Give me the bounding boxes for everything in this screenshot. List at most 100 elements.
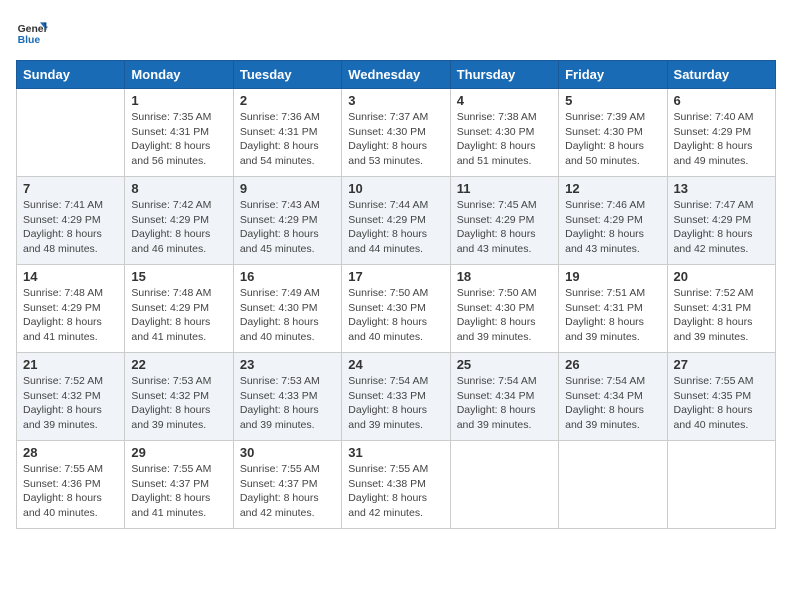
day-info: Sunrise: 7:55 AM Sunset: 4:37 PM Dayligh… bbox=[240, 462, 335, 521]
calendar-cell: 13Sunrise: 7:47 AM Sunset: 4:29 PM Dayli… bbox=[667, 177, 775, 265]
calendar-cell: 10 Sunrise: 7:44 AM Sunset: 4:29 PM Dayli… bbox=[342, 177, 450, 265]
calendar-week-row: 28 Sunrise: 7:55 AM Sunset: 4:36 PM Dayli… bbox=[17, 441, 776, 529]
calendar-cell: 24 Sunrise: 7:54 AM Sunset: 4:33 PM Dayli… bbox=[342, 353, 450, 441]
day-info: Sunrise: 7:55 AM Sunset: 4:38 PM Dayligh… bbox=[348, 462, 443, 521]
day-number: 8 bbox=[131, 181, 226, 196]
day-info: Sunrise: 7:47 AM Sunset: 4:29 PM Dayligh… bbox=[674, 198, 769, 257]
calendar-cell: 9 Sunrise: 7:43 AM Sunset: 4:29 PM Daylig… bbox=[233, 177, 341, 265]
day-info: Sunrise: 7:54 AM Sunset: 4:34 PM Dayligh… bbox=[565, 374, 660, 433]
weekday-header-cell: Thursday bbox=[450, 61, 558, 89]
day-info: Sunrise: 7:48 AM Sunset: 4:29 PM Dayligh… bbox=[131, 286, 226, 345]
day-number: 18 bbox=[457, 269, 552, 284]
calendar-body: 1 Sunrise: 7:35 AM Sunset: 4:31 PM Daylig… bbox=[17, 89, 776, 529]
calendar-week-row: 14 Sunrise: 7:48 AM Sunset: 4:29 PM Dayli… bbox=[17, 265, 776, 353]
calendar-cell: 18 Sunrise: 7:50 AM Sunset: 4:30 PM Dayli… bbox=[450, 265, 558, 353]
day-info: Sunrise: 7:40 AM Sunset: 4:29 PM Dayligh… bbox=[674, 110, 769, 169]
day-number: 19 bbox=[565, 269, 660, 284]
day-info: Sunrise: 7:53 AM Sunset: 4:32 PM Dayligh… bbox=[131, 374, 226, 433]
weekday-header-cell: Friday bbox=[559, 61, 667, 89]
day-info: Sunrise: 7:52 AM Sunset: 4:31 PM Dayligh… bbox=[674, 286, 769, 345]
calendar-week-row: 21 Sunrise: 7:52 AM Sunset: 4:32 PM Dayli… bbox=[17, 353, 776, 441]
weekday-header-row: SundayMondayTuesdayWednesdayThursdayFrid… bbox=[17, 61, 776, 89]
calendar-cell: 25 Sunrise: 7:54 AM Sunset: 4:34 PM Dayli… bbox=[450, 353, 558, 441]
day-number: 10 bbox=[348, 181, 443, 196]
calendar-cell: 5 Sunrise: 7:39 AM Sunset: 4:30 PM Daylig… bbox=[559, 89, 667, 177]
day-number: 15 bbox=[131, 269, 226, 284]
day-number: 28 bbox=[23, 445, 118, 460]
day-info: Sunrise: 7:46 AM Sunset: 4:29 PM Dayligh… bbox=[565, 198, 660, 257]
day-info: Sunrise: 7:54 AM Sunset: 4:34 PM Dayligh… bbox=[457, 374, 552, 433]
page-header: General Blue bbox=[16, 16, 776, 48]
day-info: Sunrise: 7:49 AM Sunset: 4:30 PM Dayligh… bbox=[240, 286, 335, 345]
day-number: 9 bbox=[240, 181, 335, 196]
weekday-header-cell: Saturday bbox=[667, 61, 775, 89]
day-number: 4 bbox=[457, 93, 552, 108]
calendar-cell: 14 Sunrise: 7:48 AM Sunset: 4:29 PM Dayli… bbox=[17, 265, 125, 353]
day-info: Sunrise: 7:45 AM Sunset: 4:29 PM Dayligh… bbox=[457, 198, 552, 257]
day-number: 16 bbox=[240, 269, 335, 284]
calendar-cell bbox=[17, 89, 125, 177]
day-number: 25 bbox=[457, 357, 552, 372]
day-number: 7 bbox=[23, 181, 118, 196]
day-info: Sunrise: 7:42 AM Sunset: 4:29 PM Dayligh… bbox=[131, 198, 226, 257]
calendar-cell: 28 Sunrise: 7:55 AM Sunset: 4:36 PM Dayli… bbox=[17, 441, 125, 529]
day-info: Sunrise: 7:51 AM Sunset: 4:31 PM Dayligh… bbox=[565, 286, 660, 345]
calendar-cell: 7 Sunrise: 7:41 AM Sunset: 4:29 PM Daylig… bbox=[17, 177, 125, 265]
calendar-cell: 6 Sunrise: 7:40 AM Sunset: 4:29 PM Daylig… bbox=[667, 89, 775, 177]
calendar-cell: 3Sunrise: 7:37 AM Sunset: 4:30 PM Daylig… bbox=[342, 89, 450, 177]
day-number: 5 bbox=[565, 93, 660, 108]
day-number: 11 bbox=[457, 181, 552, 196]
svg-text:Blue: Blue bbox=[18, 35, 41, 46]
calendar-cell: 1 Sunrise: 7:35 AM Sunset: 4:31 PM Daylig… bbox=[125, 89, 233, 177]
calendar-cell: 16 Sunrise: 7:49 AM Sunset: 4:30 PM Dayli… bbox=[233, 265, 341, 353]
day-number: 31 bbox=[348, 445, 443, 460]
calendar-cell: 11 Sunrise: 7:45 AM Sunset: 4:29 PM Dayli… bbox=[450, 177, 558, 265]
weekday-header-cell: Monday bbox=[125, 61, 233, 89]
logo-icon: General Blue bbox=[16, 16, 48, 48]
day-info: Sunrise: 7:44 AM Sunset: 4:29 PM Dayligh… bbox=[348, 198, 443, 257]
calendar-cell: 4 Sunrise: 7:38 AM Sunset: 4:30 PM Daylig… bbox=[450, 89, 558, 177]
calendar-cell: 26 Sunrise: 7:54 AM Sunset: 4:34 PM Dayli… bbox=[559, 353, 667, 441]
day-info: Sunrise: 7:55 AM Sunset: 4:37 PM Dayligh… bbox=[131, 462, 226, 521]
day-number: 14 bbox=[23, 269, 118, 284]
day-info: Sunrise: 7:39 AM Sunset: 4:30 PM Dayligh… bbox=[565, 110, 660, 169]
day-number: 26 bbox=[565, 357, 660, 372]
day-number: 24 bbox=[348, 357, 443, 372]
calendar-cell: 17 Sunrise: 7:50 AM Sunset: 4:30 PM Dayli… bbox=[342, 265, 450, 353]
day-number: 17 bbox=[348, 269, 443, 284]
day-info: Sunrise: 7:48 AM Sunset: 4:29 PM Dayligh… bbox=[23, 286, 118, 345]
day-info: Sunrise: 7:41 AM Sunset: 4:29 PM Dayligh… bbox=[23, 198, 118, 257]
day-info: Sunrise: 7:54 AM Sunset: 4:33 PM Dayligh… bbox=[348, 374, 443, 433]
day-info: Sunrise: 7:55 AM Sunset: 4:36 PM Dayligh… bbox=[23, 462, 118, 521]
calendar-cell: 29Sunrise: 7:55 AM Sunset: 4:37 PM Dayli… bbox=[125, 441, 233, 529]
day-number: 21 bbox=[23, 357, 118, 372]
day-number: 22 bbox=[131, 357, 226, 372]
calendar-cell: 15 Sunrise: 7:48 AM Sunset: 4:29 PM Dayli… bbox=[125, 265, 233, 353]
day-number: 1 bbox=[131, 93, 226, 108]
weekday-header-cell: Tuesday bbox=[233, 61, 341, 89]
calendar-cell bbox=[450, 441, 558, 529]
calendar-cell: 23 Sunrise: 7:53 AM Sunset: 4:33 PM Dayli… bbox=[233, 353, 341, 441]
calendar-cell: 20Sunrise: 7:52 AM Sunset: 4:31 PM Dayli… bbox=[667, 265, 775, 353]
calendar-cell: 22 Sunrise: 7:53 AM Sunset: 4:32 PM Dayli… bbox=[125, 353, 233, 441]
logo: General Blue bbox=[16, 16, 48, 48]
calendar-cell: 8 Sunrise: 7:42 AM Sunset: 4:29 PM Daylig… bbox=[125, 177, 233, 265]
calendar-cell bbox=[667, 441, 775, 529]
day-number: 2 bbox=[240, 93, 335, 108]
day-info: Sunrise: 7:52 AM Sunset: 4:32 PM Dayligh… bbox=[23, 374, 118, 433]
day-info: Sunrise: 7:50 AM Sunset: 4:30 PM Dayligh… bbox=[348, 286, 443, 345]
calendar-cell: 12 Sunrise: 7:46 AM Sunset: 4:29 PM Dayli… bbox=[559, 177, 667, 265]
day-number: 12 bbox=[565, 181, 660, 196]
calendar-cell: 31 Sunrise: 7:55 AM Sunset: 4:38 PM Dayli… bbox=[342, 441, 450, 529]
day-info: Sunrise: 7:43 AM Sunset: 4:29 PM Dayligh… bbox=[240, 198, 335, 257]
calendar-cell bbox=[559, 441, 667, 529]
day-info: Sunrise: 7:53 AM Sunset: 4:33 PM Dayligh… bbox=[240, 374, 335, 433]
day-info: Sunrise: 7:38 AM Sunset: 4:30 PM Dayligh… bbox=[457, 110, 552, 169]
day-number: 6 bbox=[674, 93, 769, 108]
day-info: Sunrise: 7:35 AM Sunset: 4:31 PM Dayligh… bbox=[131, 110, 226, 169]
calendar-cell: 21 Sunrise: 7:52 AM Sunset: 4:32 PM Dayli… bbox=[17, 353, 125, 441]
day-info: Sunrise: 7:50 AM Sunset: 4:30 PM Dayligh… bbox=[457, 286, 552, 345]
day-number: 23 bbox=[240, 357, 335, 372]
day-number: 27 bbox=[674, 357, 769, 372]
calendar-week-row: 1 Sunrise: 7:35 AM Sunset: 4:31 PM Daylig… bbox=[17, 89, 776, 177]
